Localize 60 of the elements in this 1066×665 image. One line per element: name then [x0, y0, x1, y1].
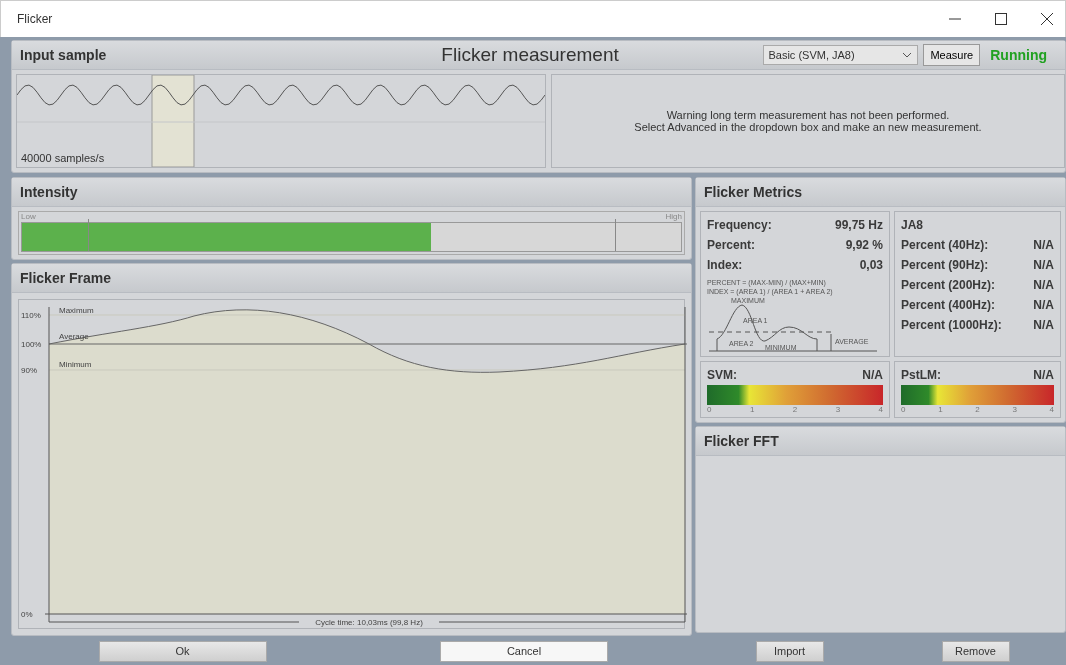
- section-title: Input sample: [20, 47, 107, 63]
- scale-tick: 3: [835, 405, 841, 414]
- axis-label: 100%: [21, 340, 42, 349]
- high-label: High: [665, 212, 682, 222]
- scale-label: SVM:: [707, 368, 737, 382]
- axis-label: 0%: [21, 610, 33, 619]
- mode-dropdown[interactable]: Basic (SVM, JA8): [763, 45, 919, 65]
- line-label: Minimum: [59, 360, 92, 369]
- scale-tick: 4: [878, 405, 883, 414]
- metric-value: N/A: [1033, 258, 1054, 272]
- section-title: Flicker Metrics: [704, 184, 803, 200]
- action-button[interactable]: Import: [755, 640, 824, 662]
- maximize-icon[interactable]: [995, 13, 1007, 25]
- line-label: Maximum: [59, 306, 94, 315]
- metric-value: 99,75 Hz: [834, 218, 883, 232]
- scale-value: N/A: [862, 368, 883, 382]
- caret-icon: [903, 52, 912, 58]
- line-label: Average: [59, 332, 89, 341]
- metric-value: N/A: [1033, 318, 1054, 332]
- page-title: Flicker measurement: [441, 44, 619, 66]
- section-title: Flicker Frame: [20, 270, 112, 286]
- section-title: Intensity: [20, 184, 78, 200]
- metric-label: Percent (400Hz):: [901, 298, 996, 312]
- window-title: Flicker: [17, 12, 53, 26]
- metric-label: Percent (200Hz):: [901, 278, 996, 292]
- metric-value: 9,92 %: [845, 238, 883, 252]
- low-label: Low: [21, 212, 36, 222]
- metric-label: Percent (90Hz):: [901, 258, 989, 272]
- metric-value: N/A: [1033, 298, 1054, 312]
- metric-value: 0,03: [859, 258, 883, 272]
- action-button[interactable]: Cancel: [440, 640, 608, 662]
- metric-label: Percent (40Hz):: [901, 238, 989, 252]
- close-icon[interactable]: [1041, 13, 1053, 25]
- scale-tick: 0: [707, 405, 712, 414]
- warning-message: Warning long term measurement has not been performed. Select Advanced in the dropdown box and make an new measurement.: [634, 109, 982, 133]
- scale-value: N/A: [1033, 368, 1054, 382]
- ja8-title: JA8: [901, 218, 923, 232]
- scale-tick: 0: [901, 405, 906, 414]
- scale-tick: 3: [1012, 405, 1017, 414]
- axis-label: 90%: [21, 366, 37, 375]
- scale-tick: 2: [975, 405, 980, 414]
- section-title: Flicker FFT: [704, 433, 779, 449]
- axis-label: 110%: [21, 311, 41, 320]
- metric-label: Index:: [707, 258, 743, 272]
- scale-tick: 1: [938, 405, 943, 414]
- scale-label: PstLM:: [901, 368, 941, 382]
- metric-value: N/A: [1033, 278, 1054, 292]
- metric-label: Percent (1000Hz):: [901, 318, 1002, 332]
- metric-label: Frequency:: [707, 218, 772, 232]
- action-button[interactable]: Ok: [98, 640, 267, 662]
- cycle-time-label: Cycle time: 10,03ms (99,8 Hz): [315, 618, 423, 627]
- metric-label: Percent:: [707, 238, 756, 252]
- status-text: Running: [990, 47, 1047, 63]
- metric-value: N/A: [1033, 238, 1054, 252]
- sample-rate-label: 40000 samples/s: [21, 152, 105, 164]
- measure-button[interactable]: Measure: [923, 44, 981, 66]
- scale-tick: 1: [749, 405, 755, 414]
- scale-tick: 2: [792, 405, 798, 414]
- scale-tick: 4: [1049, 405, 1054, 414]
- action-button[interactable]: Remove: [941, 640, 1010, 662]
